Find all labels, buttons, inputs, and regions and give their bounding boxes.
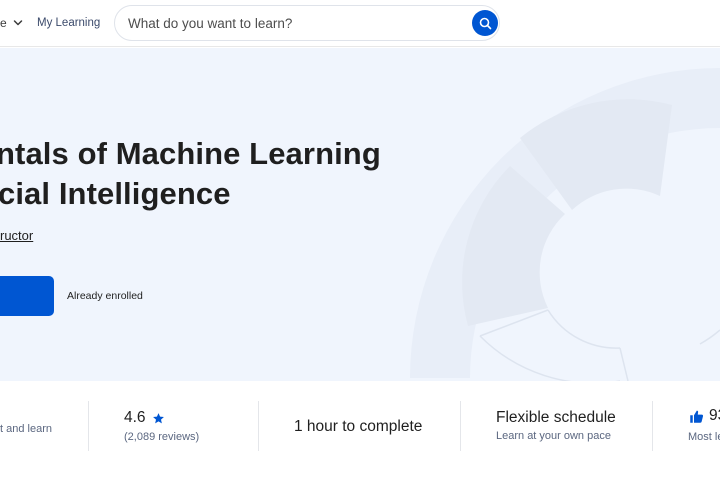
my-learning-link[interactable]: My Learning	[37, 14, 100, 32]
course-title-line-1: ntals of Machine Learning	[0, 136, 381, 171]
liked-summary: 93	[689, 407, 720, 425]
schedule-subtitle: Learn at your own pace	[496, 430, 611, 442]
search-input[interactable]	[128, 13, 468, 33]
decorative-donut-graphic	[410, 68, 720, 381]
liked-subtitle: Most le	[688, 431, 720, 443]
explore-menu-label: e	[0, 16, 7, 30]
enrollment-status: Already enrolled	[67, 290, 143, 302]
search-icon	[479, 17, 492, 30]
rating-summary: 4.6	[124, 409, 165, 427]
course-hero-banner: ntals of Machine Learning cial Intellige…	[0, 48, 720, 381]
stat-divider	[652, 401, 653, 451]
enroll-button[interactable]	[0, 276, 54, 316]
schedule-title: Flexible schedule	[496, 409, 616, 426]
rating-value: 4.6	[124, 409, 146, 426]
search-button[interactable]	[472, 10, 498, 36]
rating-reviews-count: (2,089 reviews)	[124, 431, 200, 443]
stat-divider	[258, 401, 259, 451]
stat-audience-text: t and learn	[0, 423, 52, 435]
explore-menu[interactable]: e	[0, 14, 23, 32]
top-nav-bar: e My Learning	[0, 0, 720, 47]
stat-divider	[88, 401, 89, 451]
search-bar	[114, 5, 500, 41]
instructor-link[interactable]: ructor	[0, 228, 33, 243]
chevron-down-icon	[13, 16, 23, 30]
star-icon	[152, 412, 165, 425]
thumbs-up-icon	[689, 409, 704, 424]
course-title-line-2: cial Intelligence	[0, 176, 231, 211]
duration-text: 1 hour to complete	[294, 418, 423, 435]
course-stats-strip: t and learn 4.6 (2,089 reviews) 1 hour t…	[0, 381, 720, 480]
stat-divider	[460, 401, 461, 451]
liked-percentage: 93	[709, 407, 720, 424]
course-title: ntals of Machine Learning cial Intellige…	[0, 134, 460, 214]
